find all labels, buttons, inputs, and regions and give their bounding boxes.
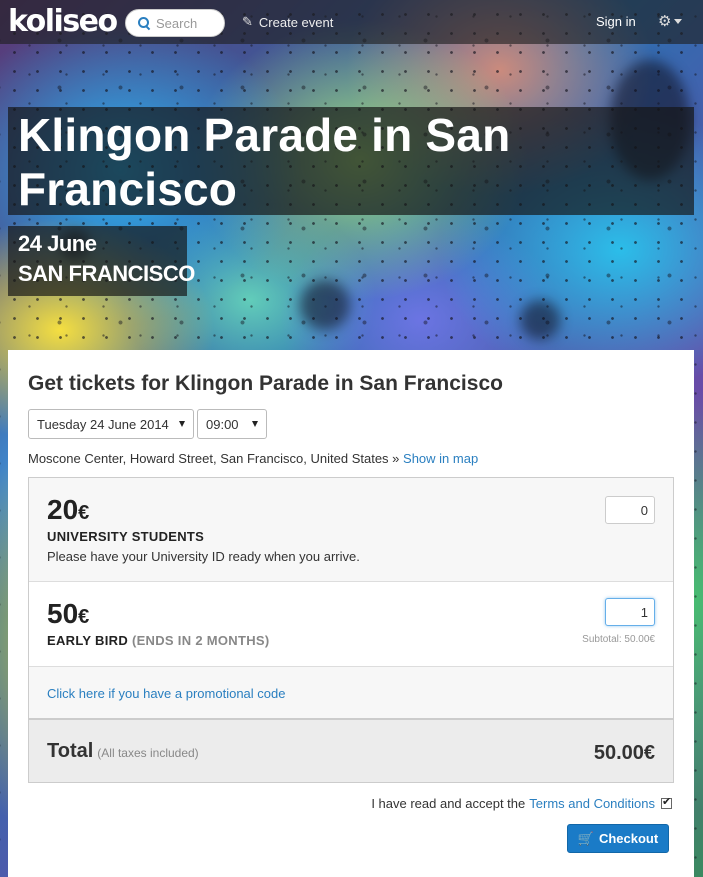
terms-checkbox[interactable] [661,795,672,809]
total-label: Total [47,740,94,762]
ticket-name: EARLY BIRD (ENDS IN 2 MONTHS) [47,633,270,648]
search-input[interactable] [156,15,220,31]
caret-down-icon [674,18,683,24]
ticket-row: 50€ EARLY BIRD (ENDS IN 2 MONTHS) Subtot… [29,582,673,667]
time-select-value: 09:00 [206,416,239,432]
gear-icon: ⚙ [658,13,672,30]
time-select[interactable]: 09:00 [197,409,267,439]
caret-down-icon [179,421,185,427]
event-date: 24 June [18,231,97,256]
search-box[interactable] [125,9,225,37]
search-icon [138,17,150,29]
terms-link[interactable]: Terms and Conditions [529,796,655,811]
ticket-row: 20€ UNIVERSITY STUDENTS Please have your… [29,478,673,582]
ticket-list: 20€ UNIVERSITY STUDENTS Please have your… [28,477,674,783]
price-currency: € [78,606,90,628]
hero-blob [300,280,350,330]
ticket-description: Please have your University ID ready whe… [47,549,360,564]
total-value: 50.00€ [593,742,655,764]
sign-in-link[interactable]: Sign in [596,14,636,29]
ticket-name: UNIVERSITY STUDENTS [47,529,205,544]
terms-text: I have read and accept the [371,796,526,811]
event-city: SAN FRANCISCO [18,261,195,286]
checkout-button[interactable]: 🛒 Checkout [567,824,669,853]
koliseo-logo[interactable]: koliseo [8,4,118,39]
navbar: koliseo ✎ Create event Sign in ⚙ [0,0,703,44]
promo-code-link[interactable]: Click here if you have a promotional cod… [47,686,285,701]
create-event-label: Create event [258,14,334,30]
promo-section: Click here if you have a promotional cod… [29,667,673,719]
price-amount: 50 [47,598,79,629]
create-event-link[interactable]: ✎ Create event [242,14,333,30]
date-select-value: Tuesday 24 June 2014 [37,416,169,432]
show-map-link[interactable]: Show in map [403,451,478,466]
edit-icon: ✎ [242,14,253,29]
terms-row: I have read and accept the Terms and Con… [371,795,672,811]
caret-down-icon [252,421,258,427]
ticket-name-note: (ENDS IN 2 MONTHS) [131,633,270,648]
settings-dropdown[interactable]: ⚙ [658,12,683,30]
ticket-price: 50€ [47,598,89,630]
ticket-subtotal: Subtotal: 50.00€ [582,634,655,645]
price-currency: € [78,502,90,524]
date-select[interactable]: Tuesday 24 June 2014 [28,409,194,439]
total-row: Total (All taxes included) 50.00€ [29,718,673,782]
address-text: Moscone Center, Howard Street, San Franc… [28,451,400,466]
ticket-name-text: EARLY BIRD [47,633,129,648]
event-title: Klingon Parade in San Francisco [18,109,511,215]
cart-icon: 🛒 [577,830,594,846]
panel-title: Get tickets for Klingon Parade in San Fr… [28,372,503,395]
quantity-input[interactable] [605,598,655,626]
total-note: (All taxes included) [97,746,199,760]
total-label-wrap: Total (All taxes included) [47,740,199,763]
checkout-label: Checkout [598,831,659,846]
hero-blob [520,300,560,340]
quantity-input[interactable] [605,496,655,524]
ticket-panel: Get tickets for Klingon Parade in San Fr… [8,350,694,877]
ticket-price: 20€ [47,494,89,526]
venue-address: Moscone Center, Howard Street, San Franc… [28,451,478,466]
price-amount: 20 [47,494,79,525]
